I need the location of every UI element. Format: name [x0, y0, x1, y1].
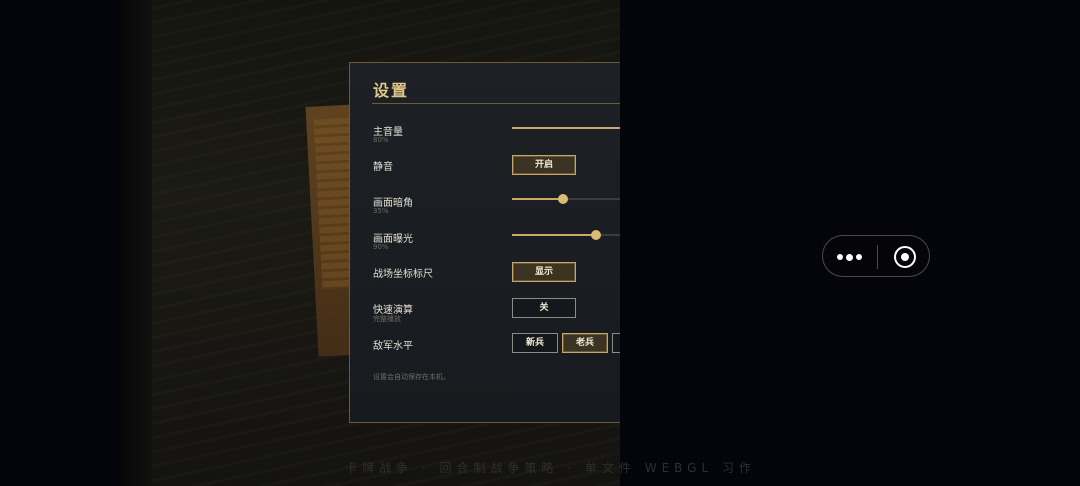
grid-ruler-toggle-button[interactable]: 显示	[512, 262, 576, 282]
autosave-note: 设置会自动保存在本机。	[373, 373, 450, 381]
master-volume-fill	[512, 127, 620, 129]
capsule-divider	[877, 245, 878, 269]
fast-calc-sub: 完整播放	[373, 315, 401, 323]
exposure-value: 90%	[373, 243, 389, 251]
exposure-fill	[512, 234, 596, 236]
target-circle-icon[interactable]	[894, 246, 916, 268]
grid-ruler-label: 战场坐标标尺	[373, 269, 433, 280]
vignette-fill	[512, 198, 563, 200]
master-volume-slider[interactable]	[512, 127, 620, 129]
enemy-level-option-recruit[interactable]: 新兵	[512, 333, 558, 353]
enemy-level-label: 敌军水平	[373, 341, 413, 352]
mute-label: 静音	[373, 162, 393, 173]
panel-title: 设置	[373, 81, 410, 100]
vignette-slider-knob[interactable]	[557, 194, 568, 204]
fast-calc-toggle-button[interactable]: 关	[512, 298, 576, 318]
mute-toggle-button[interactable]: 开启	[512, 155, 576, 175]
enemy-level-option-veteran[interactable]: 老兵	[562, 333, 608, 353]
exposure-slider-knob[interactable]	[590, 230, 601, 240]
mini-program-capsule	[822, 235, 930, 277]
settings-panel: 设置 主音量 80% 静音 开启 画面暗角 35% 画面曝光 90% 战场坐标标…	[349, 62, 620, 423]
footer-tagline: 卡牌战争 · 回合制战争策略 · 单文件 WEBGL 习作	[345, 461, 756, 475]
vignette-value: 35%	[373, 207, 389, 215]
vignette-slider[interactable]	[512, 194, 620, 204]
enemy-level-option-next[interactable]	[612, 333, 620, 353]
viewport-edge-shade	[118, 0, 152, 486]
exposure-slider[interactable]	[512, 230, 620, 240]
master-volume-value: 80%	[373, 136, 389, 144]
title-divider	[372, 103, 620, 104]
more-dots-icon[interactable]	[837, 253, 863, 261]
